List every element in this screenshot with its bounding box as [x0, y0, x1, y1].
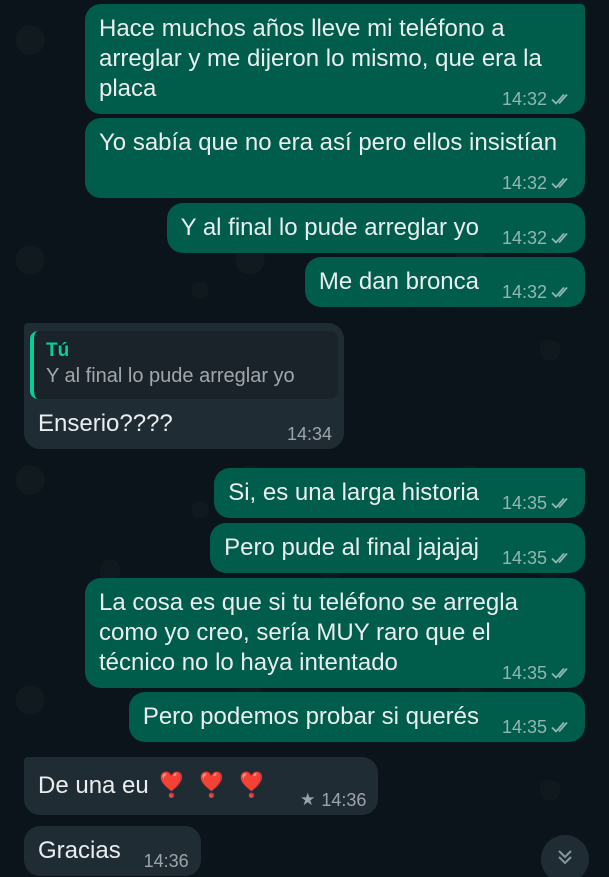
message-row: Me dan bronca 14:32 [0, 257, 609, 307]
double-check-icon [551, 720, 573, 734]
message-time: 14:35 [501, 493, 547, 513]
outgoing-message[interactable]: Yo sabía que no era así pero ellos insis… [85, 118, 585, 198]
outgoing-message[interactable]: Y al final lo pude arreglar yo 14:32 [166, 203, 585, 253]
message-time: 14:35 [501, 717, 547, 737]
message-row: Si, es una larga historia 14:35 [0, 468, 609, 518]
incoming-message[interactable]: Tú Y al final lo pude arreglar yo Enseri… [24, 323, 344, 449]
star-icon: ★ [300, 790, 316, 809]
message-text: Enserio???? [38, 410, 173, 437]
message-time: 14:36 [143, 851, 189, 871]
message-meta: 14:32 [502, 281, 573, 303]
message-meta: 14:34 [287, 423, 332, 445]
message-text: De una eu [38, 772, 149, 799]
chevron-double-down-icon [554, 846, 576, 873]
message-row: Gracias 14:36 [0, 826, 609, 876]
double-check-icon [551, 285, 573, 299]
message-text: Hace muchos años lleve mi teléfono a arr… [99, 15, 549, 102]
quote-text: Y al final lo pude arreglar yo [46, 365, 295, 387]
outgoing-message[interactable]: Pero podemos probar si querés 14:35 [128, 692, 585, 742]
message-meta: 14:32 [502, 88, 573, 110]
double-check-icon [551, 231, 573, 245]
message-row: Tú Y al final lo pude arreglar yo Enseri… [0, 323, 609, 449]
quoted-message[interactable]: Tú Y al final lo pude arreglar yo [30, 331, 338, 399]
message-text: Pero podemos probar si querés [142, 703, 479, 730]
message-time: 14:35 [501, 663, 547, 683]
message-meta: 14:35 [502, 492, 573, 514]
message-row: Y al final lo pude arreglar yo 14:32 [0, 203, 609, 253]
message-time: 14:35 [501, 548, 547, 568]
double-check-icon [551, 666, 573, 680]
message-time: 14:32 [501, 228, 547, 248]
quote-author: Tú [46, 340, 70, 361]
message-row: La cosa es que si tu teléfono se arregla… [0, 578, 609, 688]
outgoing-message[interactable]: La cosa es que si tu teléfono se arregla… [85, 578, 585, 688]
message-row: Pero podemos probar si querés 14:35 [0, 692, 609, 742]
message-text: Yo sabía que no era así pero ellos insis… [99, 129, 558, 156]
incoming-message[interactable]: Gracias 14:36 [24, 826, 201, 876]
message-time: 14:34 [286, 424, 332, 444]
message-text: Pero pude al final jajajaj [224, 534, 479, 561]
message-meta: ★ 14:36 [300, 789, 366, 811]
message-row: Hace muchos años lleve mi teléfono a arr… [0, 4, 609, 114]
message-meta: 14:35 [502, 662, 573, 684]
message-row: De una eu ❣️❣️❣️ ★ 14:36 [0, 757, 609, 815]
chat-area: Hace muchos años lleve mi teléfono a arr… [0, 0, 609, 877]
outgoing-message[interactable]: Si, es una larga historia 14:35 [214, 468, 585, 518]
message-text: Me dan bronca [318, 268, 479, 295]
double-check-icon [551, 176, 573, 190]
message-time: 14:32 [501, 282, 547, 302]
outgoing-message[interactable]: Hace muchos años lleve mi teléfono a arr… [85, 4, 585, 114]
message-meta: 14:36 [144, 850, 189, 872]
scroll-down-button[interactable] [541, 835, 589, 877]
message-time: 14:36 [321, 790, 367, 810]
message-row: Pero pude al final jajajaj 14:35 [0, 523, 609, 573]
message-text: Si, es una larga historia [228, 479, 479, 506]
double-check-icon [551, 92, 573, 106]
message-meta: 14:35 [502, 547, 573, 569]
heart-emoji: ❣️❣️❣️ [156, 772, 277, 799]
outgoing-message[interactable]: Me dan bronca 14:32 [304, 257, 585, 307]
message-time: 14:32 [501, 173, 547, 193]
message-meta: 14:32 [502, 172, 573, 194]
incoming-message[interactable]: De una eu ❣️❣️❣️ ★ 14:36 [24, 757, 379, 815]
message-meta: 14:35 [502, 716, 573, 738]
message-text: Gracias [38, 837, 121, 864]
message-row: Yo sabía que no era así pero ellos insis… [0, 118, 609, 198]
outgoing-message[interactable]: Pero pude al final jajajaj 14:35 [210, 523, 585, 573]
message-text: La cosa es que si tu teléfono se arregla… [99, 589, 525, 676]
double-check-icon [551, 496, 573, 510]
message-time: 14:32 [501, 89, 547, 109]
message-text: Y al final lo pude arreglar yo [180, 214, 479, 241]
message-meta: 14:32 [502, 227, 573, 249]
double-check-icon [551, 551, 573, 565]
